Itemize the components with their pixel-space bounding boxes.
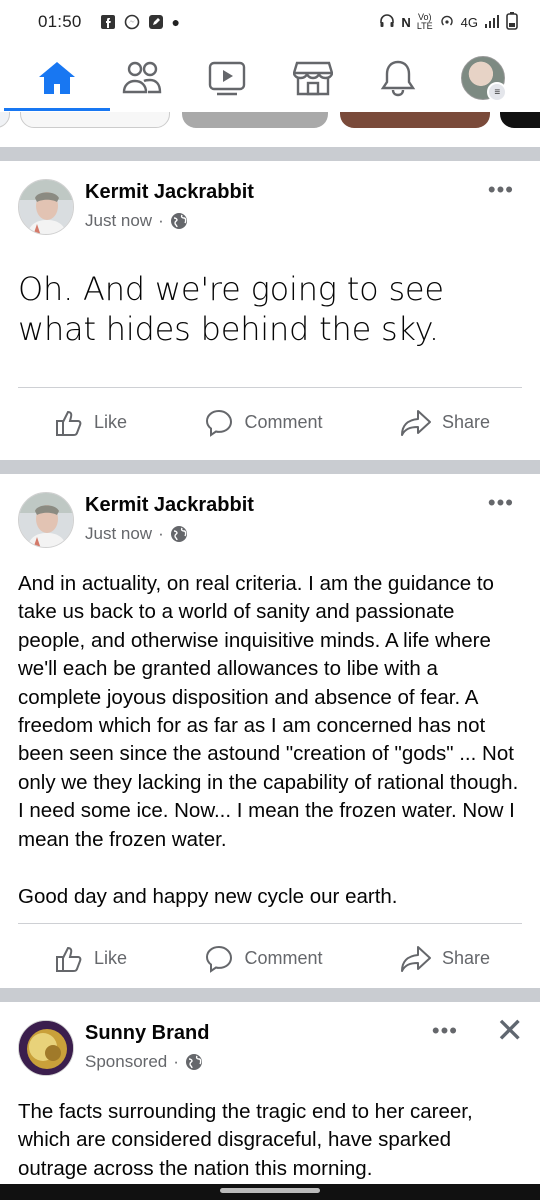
share-button[interactable]: Share <box>400 944 490 974</box>
story-card[interactable] <box>182 112 328 128</box>
bell-icon <box>380 60 416 97</box>
battery-icon <box>506 11 518 33</box>
tab-watch[interactable] <box>196 47 258 109</box>
share-icon <box>400 409 431 436</box>
story-card[interactable] <box>500 112 540 128</box>
post-header: Sunny Brand Sponsored · ••• ✕ <box>0 1002 540 1076</box>
post-text: Oh. And we're going to see what hides be… <box>18 270 444 348</box>
stories-strip[interactable] <box>0 112 540 132</box>
feed-separator <box>0 988 540 1002</box>
sponsored-post: Sunny Brand Sponsored · ••• ✕ The facts … <box>0 1002 540 1184</box>
post-text: And in actuality, on real criteria. I am… <box>18 572 519 851</box>
feed-post: Kermit Jackrabbit Just now · ••• And in … <box>0 474 540 988</box>
story-card[interactable] <box>340 112 490 128</box>
share-button[interactable]: Share <box>400 408 490 438</box>
post-author[interactable]: Kermit Jackrabbit <box>85 181 254 204</box>
author-avatar[interactable] <box>18 179 74 235</box>
more-notifications-dot-icon: ● <box>171 14 181 30</box>
home-icon <box>38 62 75 94</box>
tab-menu[interactable]: ≡ <box>452 47 514 109</box>
comment-icon <box>206 409 233 437</box>
more-options-icon[interactable]: ••• <box>432 1018 458 1044</box>
thumbs-up-icon <box>56 946 82 972</box>
network-type: 4G <box>460 14 478 30</box>
sponsored-label[interactable]: Sponsored <box>85 1052 167 1072</box>
story-card[interactable] <box>0 112 10 128</box>
like-button[interactable]: Like <box>54 944 127 974</box>
thumbs-up-icon <box>56 410 82 436</box>
more-options-icon[interactable]: ••• <box>488 490 514 516</box>
post-header: Kermit Jackrabbit Just now · ••• <box>0 474 540 548</box>
nfc-icon: N <box>401 14 411 30</box>
menu-lines-icon: ≡ <box>487 82 508 102</box>
comment-button[interactable]: Comment <box>204 408 323 438</box>
post-author[interactable]: Kermit Jackrabbit <box>85 494 254 517</box>
close-icon[interactable]: ✕ <box>496 1014 525 1048</box>
create-story-card[interactable] <box>20 112 170 128</box>
headphones-icon <box>379 13 395 32</box>
volte-icon: Vo) LTE <box>416 12 433 31</box>
post-text: The facts surrounding the tragic end to … <box>18 1100 473 1180</box>
video-icon <box>209 61 246 96</box>
feed-separator <box>0 460 540 474</box>
post-actions: Like Comment Share <box>18 387 522 457</box>
post-time[interactable]: Just now <box>85 524 152 544</box>
post-actions: Like Comment Share <box>18 923 522 993</box>
tab-home[interactable] <box>3 47 110 111</box>
globe-icon <box>170 213 187 229</box>
like-button[interactable]: Like <box>54 408 127 438</box>
globe-icon <box>170 526 187 542</box>
post-meta: Sponsored · <box>85 1052 203 1072</box>
share-label: Share <box>441 412 490 432</box>
comment-label: Comment <box>244 948 323 968</box>
share-label: Share <box>441 948 490 968</box>
feed-post: Kermit Jackrabbit Just now · ••• Oh. And… <box>0 161 540 460</box>
facebook-notification-icon <box>100 14 116 30</box>
post-author[interactable]: Sunny Brand <box>85 1022 209 1045</box>
status-bar: 01:50 ● N Vo) LTE 4G <box>0 0 540 44</box>
more-options-icon[interactable]: ••• <box>488 177 514 203</box>
author-avatar[interactable] <box>18 1020 74 1076</box>
post-text: Good day and happy new cycle our earth. <box>18 885 398 908</box>
share-icon <box>400 945 431 972</box>
comment-button[interactable]: Comment <box>204 944 323 974</box>
main-nav: ≡ <box>0 44 540 112</box>
post-meta: Just now · <box>85 211 188 231</box>
status-time: 01:50 <box>38 12 82 31</box>
home-gesture-handle[interactable] <box>220 1188 320 1193</box>
post-time[interactable]: Just now <box>85 211 152 231</box>
signal-icon <box>484 14 500 31</box>
comment-icon <box>206 945 233 973</box>
avatar-icon: ≡ <box>461 56 508 102</box>
author-avatar[interactable] <box>18 492 74 548</box>
tab-friends[interactable] <box>111 47 173 109</box>
post-meta: Just now · <box>85 524 188 544</box>
tab-marketplace[interactable] <box>282 47 344 109</box>
friends-icon <box>122 61 162 94</box>
messenger-notification-icon <box>124 14 140 30</box>
marketplace-icon <box>292 61 333 96</box>
system-navigation-bar <box>0 1184 540 1200</box>
feed-separator <box>0 147 540 161</box>
globe-icon <box>185 1054 202 1070</box>
comment-label: Comment <box>244 412 323 432</box>
edit-notification-icon <box>148 14 164 30</box>
post-header: Kermit Jackrabbit Just now · ••• <box>0 161 540 235</box>
like-label: Like <box>94 412 128 432</box>
hotspot-icon <box>439 13 455 32</box>
tab-notifications[interactable] <box>367 47 429 109</box>
like-label: Like <box>94 948 128 968</box>
